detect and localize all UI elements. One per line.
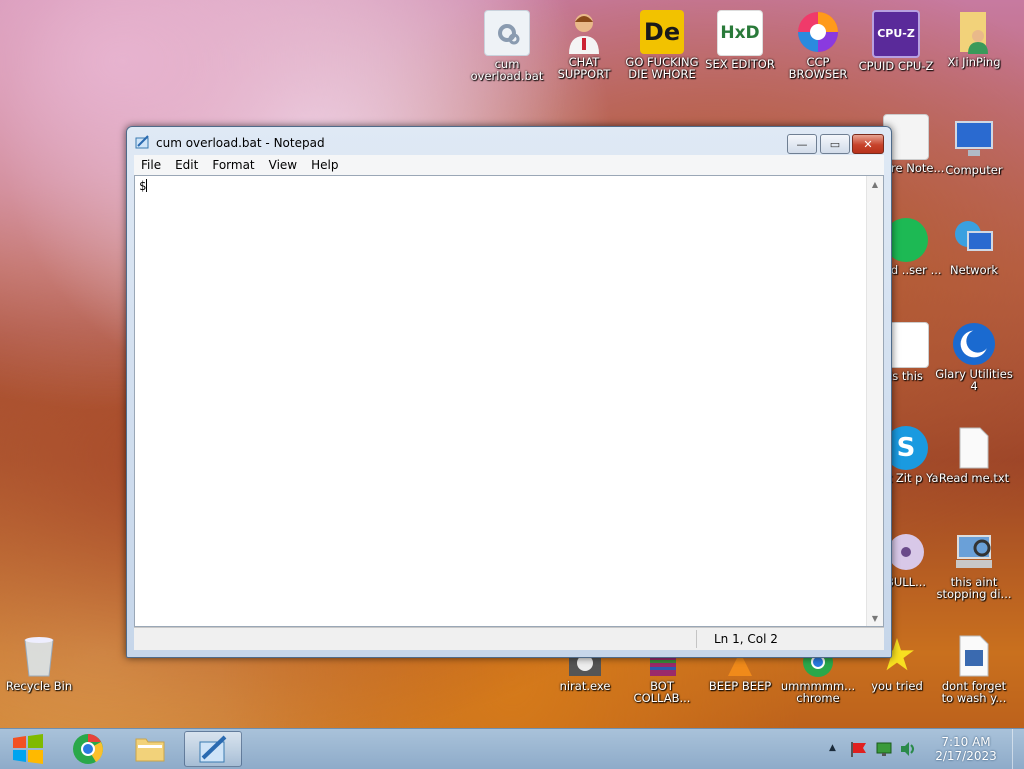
desktop-icon-label: dont forget to wash y...: [941, 679, 1007, 705]
setup-icon: [952, 530, 996, 574]
tray-overflow-icon[interactable]: ▲: [829, 743, 836, 753]
menu-edit[interactable]: Edit: [168, 158, 205, 172]
desktop-icon-label: BEEP BEEP: [708, 679, 772, 693]
desktop-icon-glary[interactable]: Glary Utilities 4: [935, 322, 1013, 392]
cpu-z-icon: CPU-Z: [872, 10, 920, 58]
menu-view[interactable]: View: [262, 158, 304, 172]
desktop-icon-label: this aint stopping di...: [936, 575, 1012, 601]
desktop-icon-label: BOT COLLAB...: [633, 679, 691, 705]
taskbar-file-explorer[interactable]: [122, 731, 178, 767]
desktop-icon-sex-editor[interactable]: HxD SEX EDITOR: [701, 10, 779, 70]
support-person-icon: [562, 10, 606, 54]
desktop-icon-go-die[interactable]: De GO FUCKING DIE WHORE: [623, 10, 701, 80]
volume-icon[interactable]: [899, 741, 917, 757]
status-divider: [696, 630, 697, 648]
scroll-down-icon[interactable]: ▼: [867, 610, 883, 626]
text-editor[interactable]: $ ▲ ▼: [134, 175, 884, 627]
editor-content[interactable]: $: [139, 179, 148, 193]
notepad-icon: [135, 135, 149, 149]
desktop-icon-ccp-browser[interactable]: CCP BROWSER: [779, 10, 857, 80]
text-file-icon: [952, 426, 996, 470]
taskbar-notepad[interactable]: [184, 731, 242, 767]
vertical-scrollbar[interactable]: ▲ ▼: [866, 176, 883, 626]
desktop-icon-label: SEX EDITOR: [705, 57, 775, 71]
status-bar: Ln 1, Col 2: [134, 627, 884, 650]
desktop-icon-label: CCP BROWSER: [788, 55, 848, 81]
desktop-icon-xi-jinping[interactable]: Xi JinPing: [935, 10, 1013, 68]
desktop-icon-label: cum overload.bat: [470, 57, 544, 83]
gear-batch-file-icon: [484, 10, 530, 56]
browser-icon: [796, 10, 840, 54]
text-caret: [146, 179, 148, 192]
hxd-editor-icon: HxD: [717, 10, 763, 56]
desktop-icon-this-aint-stopping[interactable]: this aint stopping di...: [935, 530, 1013, 600]
windows-logo-icon: [13, 734, 43, 764]
desktop-icon-label: you tried: [871, 679, 923, 693]
close-button[interactable]: ✕: [852, 134, 884, 154]
desktop-icon-network[interactable]: Network: [935, 218, 1013, 276]
clock-date: 2/17/2023: [935, 749, 997, 763]
desktop-icon-label: Read me.txt: [938, 471, 1010, 485]
editor-text: $: [139, 179, 147, 193]
taskbar: ▲ 7:10 AM 2/17/2023: [0, 728, 1024, 769]
clock-time: 7:10 AM: [941, 735, 991, 749]
clock[interactable]: 7:10 AM 2/17/2023: [926, 735, 1006, 763]
menu-file[interactable]: File: [134, 158, 168, 172]
desktop-icon-label: Network: [949, 263, 999, 277]
computer-icon: [952, 118, 996, 162]
desktop-icon-label: Computer: [945, 163, 1003, 177]
desktop-icon-label: CHAT SUPPORT: [557, 55, 611, 81]
start-button[interactable]: [0, 731, 56, 767]
desktop-icon-cpu-z[interactable]: CPU-Z CPUID CPU-Z: [857, 10, 935, 72]
taskbar-chrome[interactable]: [60, 731, 116, 767]
glary-utilities-icon: [952, 322, 996, 366]
maximize-button[interactable]: ▭: [820, 134, 850, 154]
minimize-button[interactable]: —: [787, 134, 817, 154]
network-tray-icon[interactable]: [875, 741, 893, 757]
desktop-icon-label: Glary Utilities 4: [935, 367, 1013, 393]
desktop-icon-dont-forget[interactable]: dont forget to wash y...: [935, 634, 1013, 704]
scroll-up-icon[interactable]: ▲: [867, 176, 883, 192]
chrome-icon: [73, 734, 103, 764]
recycle-bin-icon: [17, 634, 61, 678]
desktop-icon-label: ummmmm... chrome: [780, 679, 856, 705]
title-bar[interactable]: cum overload.bat - Notepad — ▭ ✕: [127, 127, 891, 157]
notepad-icon: [199, 735, 227, 763]
network-icon: [952, 218, 996, 262]
folder-icon: [135, 738, 165, 762]
action-center-flag-icon[interactable]: [850, 741, 868, 757]
desktop-icon-chat-support[interactable]: CHAT SUPPORT: [545, 10, 623, 80]
calendar-file-icon: [952, 634, 996, 678]
desktop-icon-label: Xi JinPing: [947, 55, 1001, 69]
desktop-icon-label: GO FUCKING DIE WHORE: [625, 55, 699, 81]
notepad-window[interactable]: cum overload.bat - Notepad — ▭ ✕ File Ed…: [126, 126, 892, 658]
desktop-icon-label: nirat.exe: [559, 679, 611, 693]
user-folder-icon: [952, 10, 996, 54]
window-title: cum overload.bat - Notepad: [156, 136, 325, 150]
menu-help[interactable]: Help: [304, 158, 345, 172]
desktop-icon-readme[interactable]: Read me.txt: [935, 426, 1013, 484]
desktop-icon-computer[interactable]: Computer: [935, 118, 1013, 176]
de-app-icon: De: [640, 10, 684, 54]
desktop-icon-label: Recycle Bin: [5, 679, 73, 693]
desktop-icon-cum-overload[interactable]: cum overload.bat: [468, 10, 546, 82]
menu-bar: File Edit Format View Help: [134, 155, 884, 175]
desktop-icon-label: CPUID CPU-Z: [858, 59, 934, 73]
menu-format[interactable]: Format: [205, 158, 261, 172]
cursor-position: Ln 1, Col 2: [714, 632, 778, 646]
desktop-icon-recycle-bin[interactable]: Recycle Bin: [0, 634, 78, 692]
show-desktop-button[interactable]: [1012, 729, 1024, 769]
